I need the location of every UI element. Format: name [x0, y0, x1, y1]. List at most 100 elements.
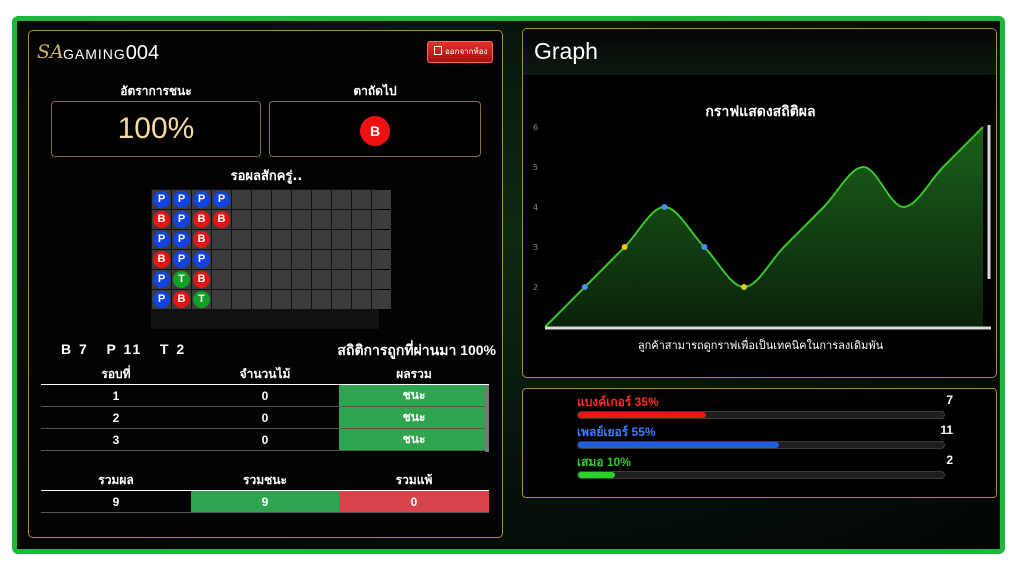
road-cell	[332, 270, 351, 289]
banker-bead: B	[193, 271, 210, 288]
road-cell	[272, 270, 291, 289]
player-bead: P	[193, 251, 210, 268]
road-cell: B	[152, 250, 171, 269]
road-cell	[352, 210, 371, 229]
stats-chart: 2 3 4 5 6	[533, 123, 991, 330]
chart-point	[661, 204, 668, 210]
road-cell	[272, 290, 291, 309]
road-cell: B	[212, 210, 231, 229]
road-cell	[232, 210, 251, 229]
road-cell	[292, 190, 311, 209]
rounds-col-bets: จำนวนไม้	[191, 365, 339, 385]
player-bead: P	[193, 191, 210, 208]
stat-progress-fill	[578, 472, 615, 478]
road-cell	[272, 230, 291, 249]
next-box: B	[269, 101, 481, 157]
road-cell: P	[152, 190, 171, 209]
road-cell	[352, 270, 371, 289]
stat-progress-bar	[577, 411, 945, 419]
losses-value: 0	[339, 490, 489, 513]
road-cell: T	[192, 290, 211, 309]
stat-progress-bar	[577, 441, 945, 449]
chart-point	[621, 244, 628, 250]
bead-road: PPPPBPBBPPBBPPPTBPBT	[151, 189, 391, 329]
road-cell	[312, 210, 331, 229]
result-counts: B 7 P 11 T 2	[61, 341, 186, 357]
road-cell	[292, 230, 311, 249]
rounds-table: รอบที่ จำนวนไม้ ผลรวม 1 0 ชนะ 2 0 ชนะ 3 …	[41, 365, 489, 451]
round-cell: 1	[41, 384, 191, 407]
summary-col-wins: รวมชนะ	[191, 471, 339, 491]
road-cell	[372, 250, 391, 269]
summary-col-losses: รวมแพ้	[339, 471, 489, 491]
chart-area	[545, 127, 983, 327]
road-cell: B	[172, 290, 191, 309]
rounds-col-round: รอบที่	[41, 365, 191, 385]
summary-col-total: รวมผล	[41, 471, 191, 491]
chart-point	[581, 284, 588, 290]
rounds-scrollbar[interactable]	[485, 386, 489, 452]
road-cell	[332, 250, 351, 269]
road-cell	[372, 210, 391, 229]
stat-progress-fill	[578, 442, 780, 448]
road-cell: B	[192, 230, 211, 249]
bets-cell: 0	[191, 384, 339, 407]
road-cell	[312, 250, 331, 269]
exit-room-button[interactable]: ออกจากห้อง	[427, 41, 493, 63]
road-cell	[352, 190, 371, 209]
road-cell: P	[192, 250, 211, 269]
road-cell	[272, 210, 291, 229]
road-cell	[372, 290, 391, 309]
exit-icon	[434, 46, 442, 55]
next-label: ตาถัดไป	[353, 84, 397, 98]
player-bead: P	[153, 191, 170, 208]
table-number: 004	[125, 42, 160, 64]
road-cell: P	[172, 190, 191, 209]
road-cell	[332, 210, 351, 229]
road-cell	[292, 270, 311, 289]
stat-progress-fill	[578, 412, 707, 418]
tie-bead: T	[173, 271, 190, 288]
chart-point	[701, 244, 708, 250]
result-cell: ชนะ	[339, 384, 489, 407]
win-rate-label: อัตราการชนะ	[120, 84, 192, 98]
road-cell: P	[172, 210, 191, 229]
road-cell	[252, 230, 271, 249]
y-tick-label: 2	[533, 283, 538, 292]
road-cell	[252, 210, 271, 229]
road-cell: T	[172, 270, 191, 289]
road-cell	[352, 250, 371, 269]
stat-count: 11	[940, 423, 953, 437]
player-count: P 11	[106, 341, 143, 357]
road-cell	[352, 230, 371, 249]
road-cell	[252, 190, 271, 209]
road-cell	[292, 250, 311, 269]
waiting-status: รอผลสักครู่..	[230, 169, 303, 184]
result-cell: ชนะ	[339, 406, 489, 429]
banker-bead: B	[153, 211, 170, 228]
wins-value: 9	[191, 490, 339, 513]
banker-count: B 7	[61, 341, 89, 357]
stat-count: 7	[946, 393, 953, 407]
y-tick-label: 5	[533, 163, 538, 172]
road-cell	[232, 230, 251, 249]
road-cell	[292, 290, 311, 309]
summary-table: รวมผล รวมชนะ รวมแพ้ 9 9 0	[41, 471, 489, 513]
chart-point	[741, 284, 748, 290]
y-tick-label: 3	[533, 243, 538, 252]
road-cell: P	[172, 230, 191, 249]
banker-bead: B	[193, 211, 210, 228]
player-bead: P	[173, 251, 190, 268]
table-title: GAMING004	[63, 42, 159, 65]
road-cell	[372, 230, 391, 249]
exit-room-label: ออกจากห้อง	[445, 47, 488, 56]
road-cell	[232, 270, 251, 289]
table-row: 1 0 ชนะ	[41, 384, 489, 407]
chart-caption: ลูกค้าสามารถดูกราฟเพื่อเป็นเทคนิคในการลง…	[637, 339, 884, 352]
player-bead: P	[153, 231, 170, 248]
road-cell: B	[192, 270, 211, 289]
road-cell	[332, 230, 351, 249]
player-bead: P	[173, 191, 190, 208]
road-cell	[272, 190, 291, 209]
banker-bead: B	[173, 291, 190, 308]
